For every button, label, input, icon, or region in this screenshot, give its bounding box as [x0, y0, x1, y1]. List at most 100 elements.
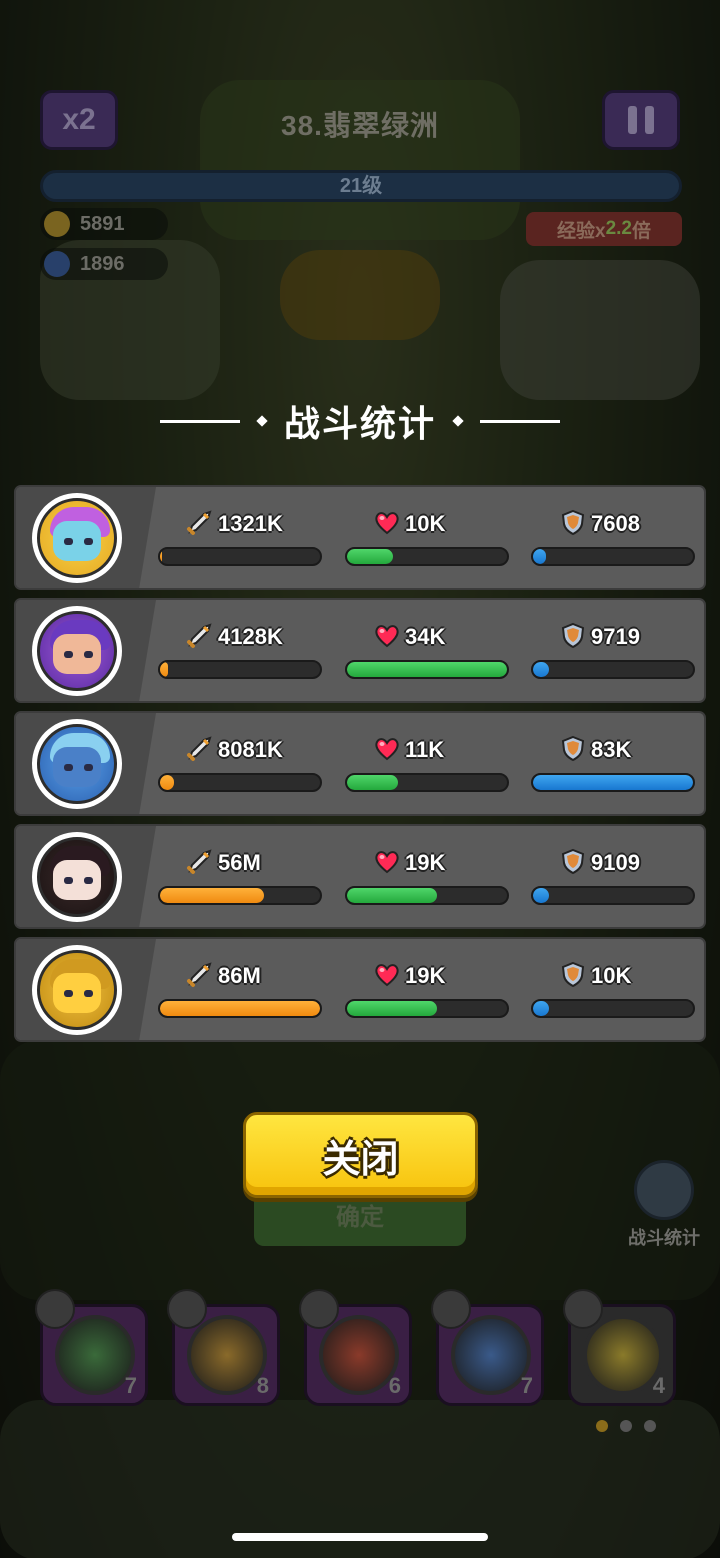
sword-icon: [186, 508, 214, 541]
damage-bar: [158, 886, 322, 905]
home-indicator: [232, 1533, 488, 1541]
skill-slot[interactable]: 4: [563, 1289, 676, 1406]
skill-icon: [55, 1315, 135, 1395]
skill-slot[interactable]: 8: [167, 1289, 280, 1406]
shield-bar-fill: [533, 662, 549, 677]
gem-icon: [44, 251, 70, 277]
hero-avatar: [32, 493, 122, 583]
hero-stats-list: 1321K 10K 7608 4128K 34K 9719 8081K 11K …: [14, 485, 706, 1050]
shield-value: 9719: [591, 624, 640, 649]
skill-level: 7: [520, 1373, 533, 1398]
heal-bar: [345, 660, 509, 679]
skill-level: 7: [124, 1373, 137, 1398]
sword-icon: [186, 734, 214, 767]
heal-stat: 19K: [345, 846, 509, 905]
skill-icon: [451, 1315, 531, 1395]
heal-value: 19K: [405, 963, 446, 988]
shield-bar: [531, 547, 695, 566]
hero-blue-robot: [37, 724, 117, 804]
hero-avatar: [32, 606, 122, 696]
gem-counter: 1896: [40, 248, 168, 280]
heal-stat: 11K: [345, 733, 509, 792]
hero-avatar: [32, 945, 122, 1035]
damage-bar-fill: [160, 662, 168, 677]
heal-bar-fill: [347, 1001, 437, 1016]
heal-bar: [345, 773, 509, 792]
heart-icon: [373, 621, 401, 654]
damage-bar: [158, 999, 322, 1018]
heal-bar: [345, 886, 509, 905]
damage-bar-fill: [160, 775, 175, 790]
damage-stat: 4128K: [158, 620, 322, 679]
shield-value: 9109: [591, 850, 640, 875]
shield-icon: [559, 734, 587, 767]
confirm-button-dimmed: 确定: [254, 1190, 466, 1246]
skill-slot[interactable]: 6: [299, 1289, 412, 1406]
skill-slot[interactable]: 7: [35, 1289, 148, 1406]
heal-value: 11K: [405, 737, 445, 762]
skill-level: 8: [256, 1373, 269, 1398]
heal-value: 34K: [405, 624, 446, 649]
skill-slots: 7 8 6 7 4: [35, 1288, 680, 1408]
sword-icon: [186, 960, 214, 993]
shield-stat: 7608: [531, 507, 695, 566]
level-progress-bar: 21级: [40, 170, 682, 202]
heal-stat: 34K: [345, 620, 509, 679]
hero-avatar: [32, 719, 122, 809]
shield-value: 83K: [591, 737, 632, 762]
battle-stats-header: 战斗统计: [0, 396, 720, 446]
shield-stat: 9719: [531, 620, 695, 679]
shield-value: 7608: [591, 511, 640, 536]
shield-bar-fill: [533, 1001, 549, 1016]
shield-bar: [531, 999, 695, 1018]
damage-bar: [158, 660, 322, 679]
skill-icon: [187, 1315, 267, 1395]
sword-icon: [186, 847, 214, 880]
heal-value: 10K: [405, 511, 446, 536]
hero-knight-gold-helmet: [37, 498, 117, 578]
hero-stat-row: 1321K 10K 7608: [14, 485, 706, 590]
skill-level: 6: [388, 1373, 401, 1398]
skill-slot[interactable]: 7: [431, 1289, 544, 1406]
heal-bar: [345, 999, 509, 1018]
damage-stat: 1321K: [158, 507, 322, 566]
shield-icon: [559, 847, 587, 880]
coin-icon: [44, 211, 70, 237]
page-title: 战斗统计: [283, 403, 436, 444]
heal-bar-fill: [347, 662, 507, 677]
damage-value: 56M: [218, 850, 261, 875]
heal-stat: 10K: [345, 507, 509, 566]
damage-bar: [158, 773, 322, 792]
heal-bar-fill: [347, 775, 399, 790]
heal-stat: 19K: [345, 959, 509, 1018]
heart-icon: [373, 508, 401, 541]
shield-bar-fill: [533, 549, 546, 564]
damage-stat: 86M: [158, 959, 322, 1018]
shield-value: 10K: [591, 963, 632, 988]
shield-bar: [531, 886, 695, 905]
exp-multiplier-badge: 经验x 2.2 倍: [526, 212, 682, 246]
heal-bar-fill: [347, 888, 437, 903]
chart-icon: [634, 1160, 694, 1220]
gem-value: 1896: [80, 252, 125, 275]
close-button[interactable]: 关闭: [243, 1112, 478, 1198]
heart-icon: [373, 734, 401, 767]
sword-icon: [186, 621, 214, 654]
hero-purple-hair: [37, 611, 117, 691]
damage-value: 1321K: [218, 511, 283, 536]
damage-value: 86M: [218, 963, 261, 988]
hero-gold-mech: [37, 950, 117, 1030]
shield-icon: [559, 508, 587, 541]
hero-stat-row: 86M 19K 10K: [14, 937, 706, 1042]
skill-icon: [319, 1315, 399, 1395]
heal-value: 19K: [405, 850, 446, 875]
shield-bar-fill: [533, 888, 549, 903]
heal-bar-fill: [347, 549, 394, 564]
gold-counter: 5891: [40, 208, 168, 240]
hero-avatar: [32, 832, 122, 922]
gold-value: 5891: [80, 212, 125, 235]
shield-bar: [531, 773, 695, 792]
damage-bar-fill: [160, 888, 264, 903]
pause-button[interactable]: [602, 90, 680, 150]
damage-bar-fill: [160, 1001, 320, 1016]
